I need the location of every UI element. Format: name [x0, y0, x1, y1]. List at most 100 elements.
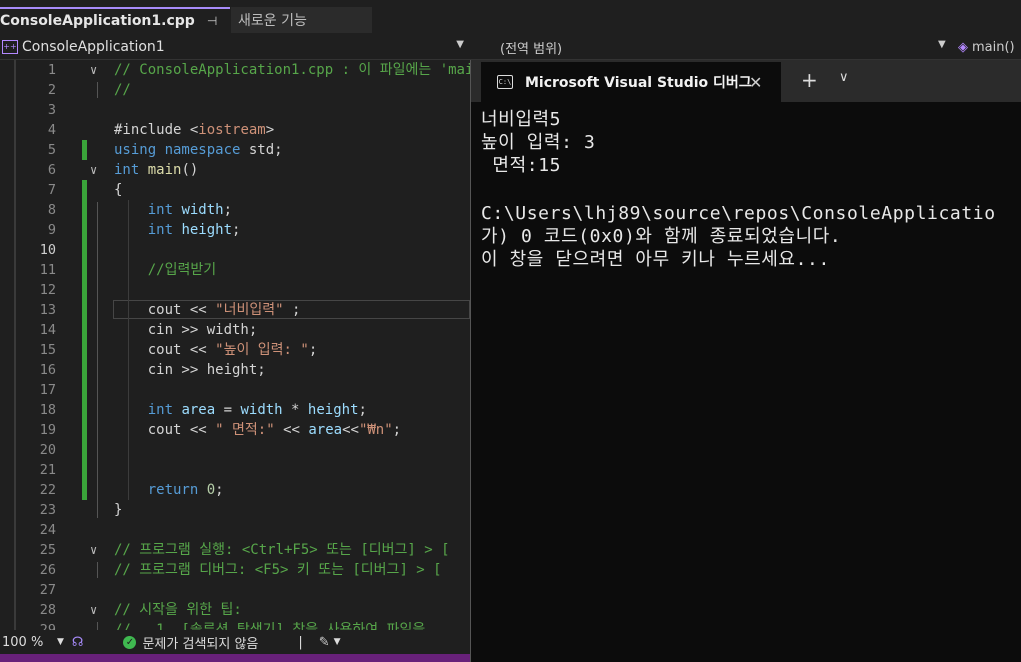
change-indicator: [82, 400, 87, 420]
chevron-down-icon[interactable]: ▼: [334, 637, 341, 647]
chevron-down-icon[interactable]: ∨: [839, 70, 849, 85]
code-line[interactable]: 10: [0, 240, 470, 260]
code-text: // 1. [솔루션 탐색기] 창을 사용하여 파일을: [114, 622, 426, 630]
line-number: 19: [39, 422, 56, 438]
code-line[interactable]: 29 // 1. [솔루션 탐색기] 창을 사용하여 파일을: [0, 620, 470, 630]
fold-chevron-icon[interactable]: ∨: [90, 60, 102, 80]
document-tab-bar: ConsoleApplication1.cpp ⊣ ✕ 새로운 기능: [0, 0, 1021, 33]
line-number: 16: [39, 362, 56, 378]
code-text: cin >> height;: [114, 362, 266, 378]
console-tab-title: Microsoft Visual Studio 디버그: [525, 75, 752, 91]
tab-whats-new[interactable]: 새로운 기능: [231, 7, 372, 33]
line-number: 7: [47, 182, 56, 198]
fold-chevron-icon[interactable]: ∨: [90, 540, 102, 560]
pin-icon[interactable]: ⊣: [207, 14, 217, 28]
code-line[interactable]: 19 cout << " 면적:" << area<<"₩n";: [0, 420, 470, 440]
line-number: 21: [39, 462, 56, 478]
line-number: 28: [39, 602, 56, 618]
code-text: cout << "높이 입력: ";: [114, 342, 318, 358]
line-number: 14: [39, 322, 56, 338]
code-line[interactable]: 9 int height;: [0, 220, 470, 240]
change-indicator: [82, 360, 87, 380]
fold-guide: [97, 202, 98, 518]
change-indicator: [82, 320, 87, 340]
code-text: cout << "너비입력" ;: [114, 302, 301, 318]
copilot-icon[interactable]: ☊: [72, 635, 84, 650]
navigation-bar: ++ ConsoleApplication1 ▼ (전역 범위) ▼ ◈ mai…: [0, 35, 1021, 60]
code-line[interactable]: 28 ∨ // 시작을 위한 팁:: [0, 600, 470, 620]
code-line[interactable]: 17: [0, 380, 470, 400]
code-line[interactable]: 13 cout << "너비입력" ;: [0, 300, 470, 320]
scope-dropdown[interactable]: (전역 범위) ▼: [478, 35, 948, 59]
tab-consoleapplication1-cpp[interactable]: ConsoleApplication1.cpp ⊣ ✕: [0, 7, 242, 33]
code-line[interactable]: 25 ∨ // 프로그램 실행: <Ctrl+F5> 또는 [디버그] > [: [0, 540, 470, 560]
member-label: main(): [972, 39, 1015, 55]
zoom-level[interactable]: 100 %: [0, 635, 57, 650]
debug-console-window[interactable]: C:\ Microsoft Visual Studio 디버그 ✕ + ∨ 너비…: [470, 60, 1021, 662]
console-output-line: 너비입력5: [481, 109, 562, 130]
code-text: }: [114, 502, 123, 518]
code-line[interactable]: 21: [0, 460, 470, 480]
change-indicator: [82, 280, 87, 300]
line-number: 9: [47, 222, 56, 238]
cleanup-brush-icon[interactable]: ✎: [319, 635, 330, 650]
console-tab[interactable]: C:\ Microsoft Visual Studio 디버그 ✕: [481, 62, 781, 102]
code-text: {: [114, 182, 123, 198]
code-text: int main(): [114, 162, 199, 178]
project-dropdown[interactable]: ++ ConsoleApplication1 ▼: [0, 35, 470, 59]
change-indicator: [82, 420, 87, 440]
code-line[interactable]: 5 using namespace std;: [0, 140, 470, 160]
code-line[interactable]: 12: [0, 280, 470, 300]
code-line[interactable]: 23}: [0, 500, 470, 520]
code-line[interactable]: 8 int width;: [0, 200, 470, 220]
line-number: 8: [47, 202, 56, 218]
line-number: 12: [39, 282, 56, 298]
code-line[interactable]: 11 //입력받기: [0, 260, 470, 280]
code-line[interactable]: 1 ∨ // ConsoleApplication1.cpp : 이 파일에는 'm…: [0, 60, 470, 80]
code-line[interactable]: 24: [0, 520, 470, 540]
chevron-down-icon: ▼: [938, 39, 946, 50]
chevron-down-icon: ▼: [456, 39, 464, 50]
code-line[interactable]: 27: [0, 580, 470, 600]
tab-label: 새로운 기능: [238, 13, 307, 29]
code-line[interactable]: 26 // 프로그램 디버그: <F5> 키 또는 [디버그] > [: [0, 560, 470, 580]
code-line[interactable]: 14 cin >> width;: [0, 320, 470, 340]
code-line[interactable]: 22 return 0;: [0, 480, 470, 500]
code-line[interactable]: 4 #include <iostream>: [0, 120, 470, 140]
fold-chevron-icon[interactable]: ∨: [90, 160, 102, 180]
cube-icon: ◈: [958, 39, 968, 55]
code-line[interactable]: 2 //: [0, 80, 470, 100]
code-text: #include <iostream>: [114, 122, 275, 138]
code-line[interactable]: 6 ∨ int main(): [0, 160, 470, 180]
console-output-line: 높이 입력: 3: [481, 132, 596, 153]
fold-chevron-icon[interactable]: ∨: [90, 600, 102, 620]
code-editor[interactable]: 1 ∨ // ConsoleApplication1.cpp : 이 파일에는 'm…: [0, 60, 470, 630]
code-text: // ConsoleApplication1.cpp : 이 파일에는 'mai: [114, 62, 470, 78]
code-line[interactable]: 15 cout << "높이 입력: ";: [0, 340, 470, 360]
change-indicator: [82, 480, 87, 500]
issues-status[interactable]: 문제가 검색되지 않음: [142, 633, 258, 652]
code-text: return 0;: [147, 482, 224, 498]
code-line[interactable]: 20: [0, 440, 470, 460]
line-number: 2: [47, 82, 56, 98]
line-number: 25: [39, 542, 56, 558]
change-indicator: [82, 440, 87, 460]
terminal-icon: C:\: [497, 75, 513, 89]
code-line[interactable]: 18 int area = width * height;: [0, 400, 470, 420]
new-tab-plus-icon[interactable]: +: [801, 68, 818, 92]
code-text: cout << " 면적:" << area<<"₩n";: [114, 422, 402, 438]
scope-label: (전역 범위): [500, 41, 563, 57]
line-number: 17: [39, 382, 56, 398]
change-indicator: [82, 260, 87, 280]
member-dropdown[interactable]: ◈ main(): [958, 35, 1015, 59]
chevron-down-icon[interactable]: ▼: [57, 637, 64, 647]
change-indicator: [82, 180, 87, 200]
code-line[interactable]: 7{: [0, 180, 470, 200]
line-number: 26: [39, 562, 56, 578]
close-icon[interactable]: ✕: [749, 73, 762, 92]
change-indicator: [82, 220, 87, 240]
code-text: // 시작을 위한 팁:: [114, 602, 242, 618]
code-line[interactable]: 16 cin >> height;: [0, 360, 470, 380]
code-line[interactable]: 3: [0, 100, 470, 120]
code-text: int area = width * height;: [147, 402, 367, 418]
